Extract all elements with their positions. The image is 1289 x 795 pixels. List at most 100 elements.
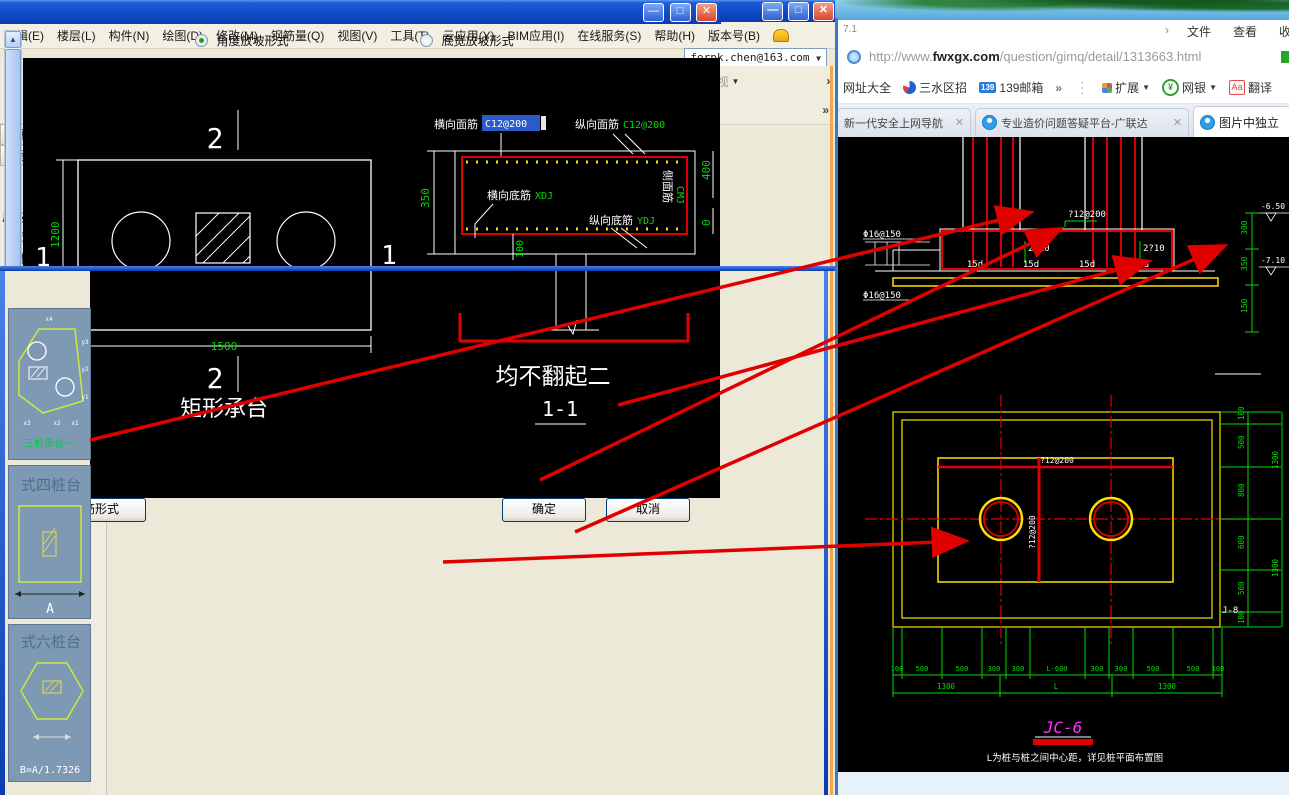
address-bar-action-icon[interactable]: [1281, 51, 1289, 63]
section-mark: 2: [207, 122, 224, 155]
dialog-close-button[interactable]: ✕: [696, 3, 717, 22]
menu-bim[interactable]: BIM应用(I): [508, 27, 565, 44]
desktop-wallpaper: [835, 0, 1289, 20]
section-dim: 400: [700, 160, 713, 180]
dialog-minimize-button[interactable]: —: [643, 3, 665, 22]
cancel-button[interactable]: 取消: [606, 498, 690, 522]
tab-safe-nav[interactable]: 新一代安全上网导航 ✕: [837, 108, 971, 136]
thumb-title: 式六桩台: [21, 634, 81, 651]
radio-label: 底宽放坡形式: [441, 34, 514, 48]
dialog-cad-canvas[interactable]: 1200 1500 2 1 1 2 矩形承台 横向面筋 C12@200 纵向面筋…: [23, 58, 720, 498]
menu-help[interactable]: 帮助(H): [654, 27, 695, 44]
dim-label: 800: [1237, 483, 1246, 497]
translate-button[interactable]: Aa 翻译: [1228, 79, 1272, 96]
url-prefix: http://www.: [869, 49, 933, 64]
plan-caption: 矩形承台: [180, 396, 268, 421]
dim-label: 1300: [1271, 450, 1280, 469]
gallery-item-four-pile[interactable]: 式四桩台 A: [8, 465, 91, 619]
section-value: C12@200: [623, 120, 665, 131]
ebank-button[interactable]: ¥ 网银 ▼: [1162, 79, 1217, 96]
browser-title-fragment: 7.1: [843, 24, 857, 35]
parametric-dialog: — □ ✕ 角度放坡形式 底宽放坡形式 ▲ ▼: [0, 0, 725, 525]
tab-close-icon[interactable]: ✕: [955, 116, 964, 129]
background-dialog-right-border: [824, 271, 828, 795]
rebar-label: ?12@200: [1040, 456, 1074, 465]
dim-label: 1300: [1158, 682, 1177, 691]
section-side-value: CMJ: [674, 186, 685, 204]
radio-unselected-icon: [420, 34, 433, 47]
tab-close-icon[interactable]: ✕: [1173, 116, 1182, 129]
bookmarks-overflow-icon[interactable]: »: [1055, 81, 1062, 95]
browser-menu-favorites[interactable]: 收: [1279, 23, 1289, 40]
thumb-dim: x3: [23, 420, 31, 427]
elevation-label: -7.10: [1261, 256, 1285, 265]
thumb-dim: y2: [81, 366, 89, 373]
anchor-label: 15d: [967, 260, 983, 270]
gallery-item-three-pile[interactable]: x4 y3 y2 y1 x3 x2 x1 三桩承台一: [8, 308, 91, 460]
close-button[interactable]: ✕: [813, 2, 834, 21]
dim-label: 300: [1115, 665, 1128, 673]
thumb-dim: x2: [53, 420, 61, 427]
overflow-chevron-icon[interactable]: »: [822, 103, 829, 117]
tab-qa-platform[interactable]: 专业造价问题答疑平台-广联达 ✕: [975, 108, 1189, 136]
dialog-maximize-button[interactable]: □: [669, 3, 691, 22]
browser-menu-bar: 7.1 › 文件 查看 收: [835, 20, 1289, 43]
maximize-button[interactable]: □: [787, 2, 809, 21]
dim-label: 300: [1091, 665, 1104, 673]
anchor-label: 15d: [1023, 260, 1039, 270]
thumb-dim: y3: [81, 339, 89, 346]
radio-angle-slope[interactable]: 角度放坡形式: [195, 32, 288, 50]
cad-image[interactable]: Φ16@150 Φ16@150 ?12@200 2?10 2?10 15d 15…: [835, 137, 1289, 772]
plan-dim-h: 1500: [211, 340, 238, 353]
tab-image-detail[interactable]: 图片中独立: [1193, 106, 1289, 137]
grid-label: J-8: [1222, 606, 1238, 616]
dim-label: 1300: [937, 682, 956, 691]
minimize-button[interactable]: —: [762, 2, 784, 21]
chevron-right-icon[interactable]: ›: [1165, 23, 1169, 37]
bookmark-sanshui[interactable]: 三水区招: [903, 79, 967, 96]
browser-menu-view[interactable]: 查看: [1233, 23, 1257, 40]
dim-label: 300: [1240, 220, 1249, 235]
ok-button[interactable]: 确定: [502, 498, 586, 522]
screen: —BIM钢筋算量软件 GGJ2013 - [D:\预结算及抽筋\广联达抽筋\测试…: [0, 0, 1289, 795]
url-text[interactable]: http://www.fwxgx.com/question/gimq/detai…: [869, 49, 1201, 64]
section-dim: 350: [419, 188, 432, 208]
background-dialog-top-border: [0, 266, 835, 271]
menu-online[interactable]: 在线服务(S): [577, 27, 641, 44]
chevron-down-icon: ▼: [816, 54, 821, 63]
globe-icon: [847, 50, 861, 64]
drawing-note: L为桩与桩之间中心距，详见桩平面布置图: [987, 752, 1163, 764]
bookmark-site-nav[interactable]: 网址大全: [843, 79, 891, 96]
address-bar[interactable]: http://www.fwxgx.com/question/gimq/detai…: [835, 42, 1289, 73]
section-label: 横向面筋: [434, 117, 478, 131]
radio-label: 角度放坡形式: [216, 34, 289, 48]
menu-component[interactable]: 构件(N): [109, 27, 150, 44]
browser-menu-file[interactable]: 文件: [1187, 23, 1211, 40]
dim-label: 500: [1187, 665, 1200, 673]
bookmark-139-mail[interactable]: 139 139邮箱: [979, 79, 1043, 96]
section-dim: 100: [515, 240, 526, 258]
thumb-dim: y1: [81, 394, 89, 401]
section-label: 纵向面筋: [575, 117, 619, 131]
radio-width-slope[interactable]: 底宽放坡形式: [420, 32, 513, 50]
extensions-button[interactable]: 扩展 ▼: [1102, 79, 1150, 96]
dim-label: 500: [1237, 581, 1246, 595]
thumb-dim: B=A/1.7326: [20, 765, 80, 776]
menu-version[interactable]: 版本号(B): [708, 27, 760, 44]
tab-strip: 新一代安全上网导航 ✕ 专业造价问题答疑平台-广联达 ✕ 图片中独立: [835, 104, 1289, 137]
scrollbar-thumb[interactable]: [5, 49, 21, 271]
drawing-title: JC-6: [1043, 718, 1083, 737]
thumb-dim: x1: [71, 420, 79, 427]
dim-label: 100: [891, 665, 904, 673]
url-domain: fwxgx.com: [932, 49, 1000, 64]
menu-floor[interactable]: 楼层(L): [57, 27, 96, 44]
scroll-up-icon[interactable]: ▲: [5, 31, 21, 48]
dim-label: 300: [1012, 665, 1025, 673]
gallery-item-six-pile[interactable]: 式六桩台 B=A/1.7326: [8, 624, 91, 782]
dialog-title-bar: — □ ✕: [0, 0, 721, 24]
browser-status-bar: [838, 772, 1289, 795]
section-label: 纵向底筋: [589, 213, 633, 227]
menu-view[interactable]: 视图(V): [337, 27, 377, 44]
extensions-grid-icon: [1102, 82, 1113, 93]
window-controls: — □ ✕: [761, 2, 834, 22]
